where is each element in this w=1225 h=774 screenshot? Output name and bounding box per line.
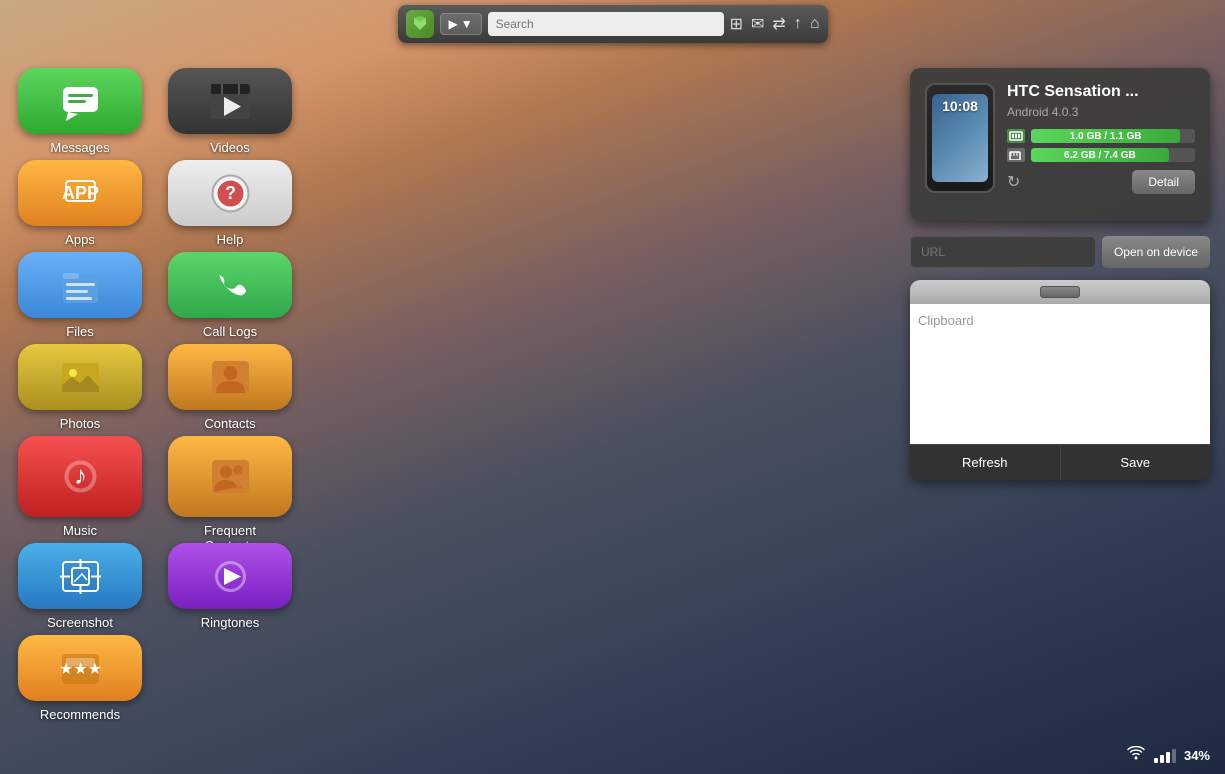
play-dropdown-icon: ▼ [461, 17, 473, 31]
detail-button[interactable]: Detail [1132, 170, 1195, 194]
mail-icon[interactable]: ✉ [751, 14, 764, 34]
app-item-contacts[interactable]: Contacts [160, 336, 300, 418]
clipboard-header [910, 280, 1210, 304]
toolbar: ▶ ▼ ⊞ ✉ ⇄ ↑ ⌂ [398, 5, 828, 43]
device-info: HTC Sensation ... Android 4.0.3 1.0 GB /… [1007, 83, 1195, 194]
app-logo [406, 10, 434, 38]
photos-icon [18, 344, 142, 410]
phone-time: 10:08 [942, 98, 978, 114]
recommends-icon: ★★★ [18, 635, 142, 701]
app-grid: Messages Videos APP Apps [10, 60, 300, 709]
app-item-screenshot[interactable]: Screenshot [10, 535, 150, 617]
svg-text:?: ? [225, 183, 236, 203]
signal-bar-3 [1166, 752, 1170, 763]
clipboard-card: Clipboard Refresh Save [910, 280, 1210, 480]
clipboard-clip [1040, 286, 1080, 298]
phone-screen: 10:08 [932, 94, 988, 182]
clipboard-body: Clipboard [910, 304, 1210, 444]
app-item-help[interactable]: ? Help [160, 152, 300, 234]
files-icon [18, 252, 142, 318]
play-button[interactable]: ▶ ▼ [440, 13, 482, 35]
upload-icon[interactable]: ↑ [794, 15, 802, 33]
music-icon: ♪ [18, 436, 142, 517]
ram-bar-fill: 1.0 GB / 1.1 GB [1031, 129, 1180, 143]
home-icon[interactable]: ⌂ [810, 15, 820, 33]
sd-icon [1007, 148, 1025, 162]
signal-bar-1 [1154, 758, 1158, 763]
screenshot-icon [18, 543, 142, 609]
contacts-icon [168, 344, 292, 410]
app-item-messages[interactable]: Messages [10, 60, 150, 142]
transfer-icon[interactable]: ⇄ [772, 14, 785, 34]
toolbar-icons: ⊞ ✉ ⇄ ↑ ⌂ [730, 14, 820, 34]
signal-bar-2 [1160, 755, 1164, 763]
device-refresh-icon[interactable]: ↻ [1007, 172, 1020, 192]
frequentcontacts-icon: ⋯ [168, 436, 292, 517]
ringtones-icon [168, 543, 292, 609]
app-item-photos[interactable]: Photos [10, 336, 150, 418]
device-header: 10:08 HTC Sensation ... Android 4.0.3 1.… [925, 83, 1195, 194]
app-item-calllogs[interactable]: Call Logs [160, 244, 300, 326]
battery-text: 34% [1184, 748, 1210, 763]
app-item-recommends[interactable]: ★★★ Recommends [10, 627, 150, 709]
right-panel: 10:08 HTC Sensation ... Android 4.0.3 1.… [910, 68, 1210, 480]
ram-row: 1.0 GB / 1.1 GB [1007, 129, 1195, 143]
grid-icon[interactable]: ⊞ [730, 14, 743, 34]
play-icon: ▶ [449, 17, 458, 31]
url-bar-row: Open on device [910, 236, 1210, 268]
storage-label: 6.2 GB / 7.4 GB [1060, 150, 1140, 161]
device-os: Android 4.0.3 [1007, 105, 1195, 119]
storage-row: 6.2 GB / 7.4 GB [1007, 148, 1195, 162]
ram-bar: 1.0 GB / 1.1 GB [1031, 129, 1195, 143]
ram-label: 1.0 GB / 1.1 GB [1066, 131, 1146, 142]
app-item-apps[interactable]: APP Apps [10, 152, 150, 234]
ram-icon [1007, 129, 1025, 143]
app-item-music[interactable]: ♪ Music [10, 428, 150, 525]
clipboard-placeholder: Clipboard [918, 313, 974, 328]
wifi-icon [1126, 745, 1146, 766]
calllogs-icon [168, 252, 292, 318]
ringtones-label: Ringtones [201, 615, 260, 630]
app-item-frequentcontacts[interactable]: ⋯ Frequent Contacts [160, 428, 300, 525]
app-item-ringtones[interactable]: Ringtones [160, 535, 300, 617]
messages-icon [18, 68, 142, 134]
svg-text:⋯: ⋯ [229, 479, 243, 495]
storage-bar-fill: 6.2 GB / 7.4 GB [1031, 148, 1169, 162]
svg-text:♪: ♪ [74, 460, 87, 490]
app-item-files[interactable]: Files [10, 244, 150, 326]
videos-icon [168, 68, 292, 134]
recommends-label: Recommends [40, 707, 120, 722]
device-phone-image: 10:08 [925, 83, 995, 193]
clipboard-footer: Refresh Save [910, 444, 1210, 480]
storage-bar: 6.2 GB / 7.4 GB [1031, 148, 1195, 162]
help-icon: ? [168, 160, 292, 226]
apps-icon: APP [18, 160, 142, 226]
device-footer: ↻ Detail [1007, 170, 1195, 194]
clipboard-save-button[interactable]: Save [1061, 445, 1211, 480]
search-input[interactable] [488, 12, 724, 36]
open-device-button[interactable]: Open on device [1102, 236, 1210, 268]
url-input[interactable] [910, 236, 1096, 268]
signal-bars [1154, 749, 1176, 763]
signal-bar-4 [1172, 749, 1176, 763]
device-card: 10:08 HTC Sensation ... Android 4.0.3 1.… [910, 68, 1210, 221]
clipboard-refresh-button[interactable]: Refresh [910, 445, 1061, 480]
status-bar: 34% [1111, 737, 1225, 774]
app-item-videos[interactable]: Videos [160, 60, 300, 142]
device-name: HTC Sensation ... [1007, 83, 1195, 101]
